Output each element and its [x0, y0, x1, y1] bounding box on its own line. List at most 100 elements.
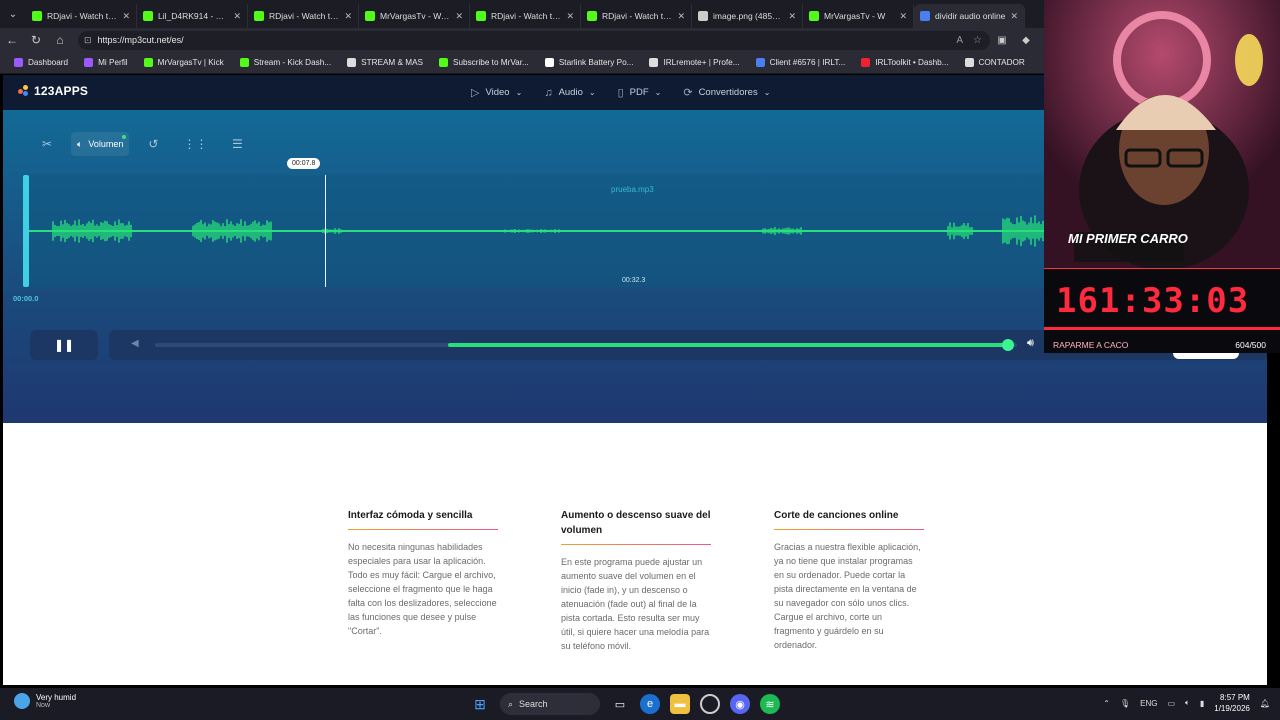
extensions-icon[interactable]: ◆ — [1014, 35, 1038, 46]
speaker-icon: 🔈︎ — [77, 138, 83, 149]
music-icon: ♫ — [544, 86, 553, 99]
tab-close-icon[interactable]: ✕ — [233, 11, 241, 22]
bookmark-item[interactable]: STREAM & MAS — [339, 58, 431, 67]
document-icon: ▯ — [617, 87, 624, 99]
tab-close-icon[interactable]: ✕ — [122, 11, 130, 22]
tray-overflow-chevron-icon[interactable]: ⌃ — [1103, 699, 1110, 708]
nav-item-convertidores[interactable]: ⟳ Convertidores ⌄ — [683, 86, 770, 99]
feature-item: Corte de canciones online Gracias a nues… — [774, 508, 924, 652]
volume-slider-track[interactable] — [155, 339, 1017, 351]
features-section: Interfaz cómoda y sencilla No necesita n… — [3, 423, 1267, 685]
language-indicator[interactable]: ENG — [1140, 699, 1157, 708]
mid-time-label: 00:32.3 — [622, 277, 646, 284]
feature-text: No necesita ningunas habilidades especia… — [348, 542, 497, 636]
tab-close-icon[interactable]: ✕ — [1010, 11, 1018, 22]
tab-close-icon[interactable]: ✕ — [566, 11, 574, 22]
notifications-bell-icon[interactable]: 🔔︎ — [1260, 699, 1270, 708]
tab-favicon-icon — [365, 11, 375, 21]
volume-tool-label: Volumen — [88, 139, 124, 149]
site-logo[interactable]: 123APPS — [18, 84, 88, 98]
read-aloud-icon[interactable]: A — [956, 35, 963, 46]
file-explorer-icon[interactable]: ▬ — [670, 694, 690, 714]
browser-tab[interactable]: MrVargasTv - W ✕ — [803, 4, 914, 28]
discord-icon[interactable]: ◉ — [730, 694, 750, 714]
tab-close-icon[interactable]: ✕ — [788, 11, 796, 22]
bookmark-item[interactable]: Stream - Kick Dash... — [232, 58, 339, 67]
bookmark-item[interactable]: CONTADOR — [957, 58, 1033, 67]
edge-browser-icon[interactable]: e — [640, 694, 660, 714]
url-field[interactable]: ⊡ https://mp3cut.net/es/ A ☆ — [78, 30, 990, 50]
nav-item-video[interactable]: ▷ Video ⌄ — [471, 86, 522, 99]
bookmark-item[interactable]: Mi Perfil — [76, 58, 136, 67]
clock[interactable]: 8:57 PM 1/19/2026 — [1214, 692, 1250, 714]
tab-close-icon[interactable]: ✕ — [899, 11, 907, 22]
network-icon[interactable]: ▭ — [1167, 699, 1175, 708]
banner-text: MI PRIMER CARRO — [1068, 231, 1188, 246]
tab-favicon-icon — [587, 11, 597, 21]
split-screen-icon[interactable]: ▣ — [990, 35, 1014, 46]
goal-count: 604/500 — [1235, 340, 1266, 350]
webcam-image — [1044, 0, 1280, 268]
microphone-icon[interactable]: 🎙︎ — [1120, 699, 1130, 708]
browser-tab[interactable]: dividir audio online ✕ — [914, 4, 1025, 28]
pitch-tool-icon[interactable]: ⋮⋮ — [177, 132, 213, 156]
tab-close-icon[interactable]: ✕ — [455, 11, 463, 22]
back-icon[interactable]: ← — [0, 28, 24, 52]
timer-digits: 161:33:03 — [1056, 281, 1250, 321]
bookmark-item[interactable]: Subscribe to MrVar... — [431, 58, 537, 67]
tab-close-icon[interactable]: ✕ — [677, 11, 685, 22]
bookmark-item[interactable]: Dashboard — [6, 58, 76, 67]
bookmark-item[interactable]: MrVargasTv | Kick — [136, 58, 232, 67]
url-text: https://mp3cut.net/es/ — [97, 35, 184, 45]
url-info-icon[interactable]: ⊡ — [84, 35, 92, 46]
tab-actions-menu-icon[interactable]: ⌄ — [0, 0, 26, 28]
waveform-area[interactable]: prueba.mp3 — [23, 175, 1067, 287]
speaker-icon[interactable]: 🔈︎ — [1185, 698, 1190, 708]
chevron-down-icon: ⌄ — [588, 88, 596, 97]
refresh-icon[interactable]: ↻ — [24, 28, 48, 52]
address-bar-row: ← ↻ ⌂ ⊡ https://mp3cut.net/es/ A ☆ ▣ ◆ — [0, 28, 1044, 52]
bookmark-item[interactable]: IRLremote+ | Profe... — [641, 58, 747, 67]
spotify-icon[interactable]: ≋ — [760, 694, 780, 714]
start-trim-handle[interactable] — [23, 175, 29, 287]
start-time-label: 00:00.0 — [13, 294, 39, 303]
home-icon[interactable]: ⌂ — [48, 28, 72, 52]
volume-tool-button[interactable]: 🔈︎ Volumen — [71, 132, 130, 156]
speed-tool-icon[interactable]: ↺ — [139, 132, 167, 156]
equalizer-tool-icon[interactable]: ☰ — [223, 132, 251, 156]
playhead-line[interactable] — [325, 175, 326, 287]
subathon-timer-overlay: 161:33:03 RAPARME A CACO 604/500 — [1044, 268, 1280, 353]
favorite-star-icon[interactable]: ☆ — [973, 35, 982, 46]
bookmark-item[interactable]: Starlink Battery Po... — [537, 58, 642, 67]
bookmark-label: STREAM & MAS — [361, 58, 423, 67]
browser-tab[interactable]: RDjavi - Watch the V ✕ — [470, 4, 581, 28]
browser-tab[interactable]: MrVargasTv - Watch ✕ — [359, 4, 470, 28]
bookmark-favicon-icon — [14, 58, 23, 67]
cut-tool-scissors-icon[interactable]: ✂ — [33, 132, 61, 156]
bookmark-favicon-icon — [143, 58, 153, 67]
browser-tab[interactable]: RDjavi - Watch the V ✕ — [248, 4, 359, 28]
task-view-icon[interactable]: ▭ — [610, 694, 630, 714]
site-nav-menu: ▷ Video ⌄ ♫ Audio ⌄ ▯ PDF ⌄ ⟳ Convertidores ⌄ — [471, 75, 770, 110]
bookmark-item[interactable]: IRLToolkit • Dashb... — [853, 58, 956, 67]
browser-tab[interactable]: RDjavi - Watch the V ✕ — [26, 4, 137, 28]
nav-item-pdf[interactable]: ▯ PDF ⌄ — [618, 86, 662, 99]
nav-item-audio[interactable]: ♫ Audio ⌄ — [544, 87, 595, 99]
tab-close-icon[interactable]: ✕ — [344, 11, 352, 22]
browser-tab[interactable]: RDjavi - Watch the V ✕ — [581, 4, 692, 28]
pause-button[interactable]: ❚❚ — [30, 330, 98, 360]
chrome-icon[interactable] — [700, 694, 720, 714]
tab-favicon-icon — [143, 11, 153, 21]
battery-icon[interactable]: ▮ — [1200, 699, 1204, 708]
browser-tab[interactable]: image.png (485×52) ✕ — [692, 4, 803, 28]
search-icon: ⌕ — [508, 698, 514, 709]
weather-widget[interactable]: Very humid Now — [14, 693, 76, 709]
taskbar-search[interactable]: ⌕ Search — [500, 693, 600, 715]
bookmark-favicon-icon — [84, 58, 94, 67]
volume-slider-knob[interactable] — [1002, 339, 1015, 351]
bookmark-item[interactable]: Client #6576 | IRLT... — [748, 58, 854, 67]
browser-tab[interactable]: Lil_D4RK914 - Watch ✕ — [137, 4, 248, 28]
track-filename: prueba.mp3 — [611, 185, 654, 194]
bookmark-label: IRLToolkit • Dashb... — [875, 58, 949, 67]
windows-start-icon[interactable]: ⊞ — [470, 694, 490, 714]
